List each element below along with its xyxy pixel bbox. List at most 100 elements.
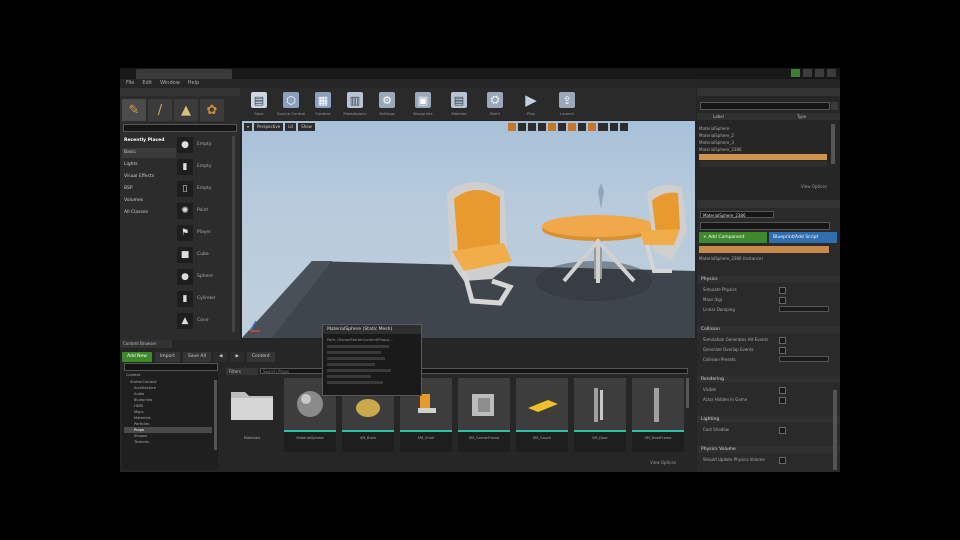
foliage-mode-icon[interactable]: ✿ — [200, 99, 224, 121]
menu-help[interactable]: Help — [188, 79, 199, 88]
overlap-events-checkbox[interactable] — [779, 347, 786, 354]
rotation-snap-icon[interactable] — [568, 123, 576, 131]
place-item[interactable]: ▮ Empty — [176, 158, 230, 177]
list-item[interactable]: MaterialSphere_3 — [699, 140, 835, 146]
actor-name-field[interactable]: MaterialSphere_2386 — [700, 211, 774, 218]
build-button[interactable]: ⛭ Build — [480, 90, 510, 118]
place-item[interactable]: ■ Cube — [176, 246, 230, 265]
visible-checkbox[interactable] — [779, 387, 786, 394]
blueprint-add-script-button[interactable]: Blueprint/Add Script — [769, 232, 837, 243]
hidden-in-game-checkbox[interactable] — [779, 397, 786, 404]
maximize-viewport-icon[interactable] — [620, 123, 628, 131]
tree-item[interactable]: Maps — [134, 410, 143, 415]
save-all-button[interactable]: Save All — [182, 351, 211, 362]
place-mode-icon[interactable]: ✎ — [122, 99, 146, 121]
content-view-options[interactable]: View Options — [650, 460, 676, 465]
level-viewport[interactable]: ▾ Perspective Lit Show — [242, 121, 695, 338]
outliner-search-input[interactable] — [700, 102, 830, 110]
content-button[interactable]: ▦ Content — [308, 90, 338, 118]
category-recently-placed[interactable]: Recently Placed — [122, 136, 176, 146]
list-item[interactable]: MaterialSphere — [699, 126, 835, 132]
rotation-size-button[interactable] — [578, 123, 586, 131]
grid-size-button[interactable] — [558, 123, 566, 131]
camera-speed-icon[interactable] — [610, 123, 618, 131]
place-item[interactable]: ⚑ Player — [176, 224, 230, 243]
section-physics-volume[interactable]: Physics Volume — [697, 446, 840, 453]
content-browser-tab[interactable]: Content Browser — [120, 340, 172, 348]
add-component-button[interactable]: + Add Component — [699, 232, 767, 243]
asset-tile[interactable]: SM_CornerFrame — [458, 378, 510, 452]
menu-edit[interactable]: Edit — [142, 79, 152, 88]
section-lighting[interactable]: Lighting — [697, 416, 840, 423]
blueprints-button[interactable]: ▣ Blueprints — [408, 90, 438, 118]
tree-item[interactable]: Props — [134, 428, 144, 433]
matinee-button[interactable]: ▤ Matinee — [444, 90, 474, 118]
scale-icon[interactable] — [528, 123, 536, 131]
place-item[interactable]: ▮ Cylinder — [176, 290, 230, 309]
category-lights[interactable]: Lights — [122, 160, 176, 170]
modes-tab[interactable] — [120, 88, 240, 96]
outliner-scrollbar[interactable] — [831, 124, 835, 164]
paint-mode-icon[interactable]: / — [148, 99, 172, 121]
section-rendering[interactable]: Rendering — [697, 376, 840, 383]
list-item[interactable]: MaterialSphere_2386 — [699, 147, 835, 153]
category-bsp[interactable]: BSP — [122, 184, 176, 194]
component-row-selected[interactable] — [699, 246, 829, 253]
perspective-button[interactable]: Perspective — [254, 123, 284, 131]
tree-scrollbar[interactable] — [214, 380, 217, 450]
world-icon[interactable] — [538, 123, 546, 131]
update-physics-volume-checkbox[interactable] — [779, 457, 786, 464]
outliner-tab[interactable] — [697, 88, 840, 96]
place-item[interactable]: ▯ Empty — [176, 180, 230, 199]
list-item[interactable] — [699, 161, 827, 167]
asset-tile[interactable]: SM_Door — [574, 378, 626, 452]
close-button[interactable] — [827, 69, 836, 77]
rotate-icon[interactable] — [518, 123, 526, 131]
list-item[interactable]: MaterialSphere_2 — [699, 133, 835, 139]
category-basic[interactable]: Basic — [122, 148, 176, 158]
marketplace-button[interactable]: ▥ Marketplace — [340, 90, 370, 118]
category-all-classes[interactable]: All Classes — [122, 208, 176, 218]
mass-checkbox[interactable] — [779, 297, 786, 304]
section-physics[interactable]: Physics — [697, 276, 840, 283]
filters-button[interactable]: Filters — [226, 368, 258, 375]
show-button[interactable]: Show — [298, 123, 315, 131]
tree-item[interactable]: HDRI — [134, 404, 143, 409]
category-visual-effects[interactable]: Visual Effects — [122, 172, 176, 182]
details-search-input[interactable] — [700, 222, 830, 230]
add-new-button[interactable]: Add New — [122, 351, 152, 362]
back-button[interactable]: ◀ — [213, 351, 228, 362]
outliner-options-icon[interactable] — [831, 102, 838, 110]
modes-scrollbar[interactable] — [232, 136, 235, 332]
place-item[interactable]: ● Sphere — [176, 268, 230, 287]
asset-scrollbar[interactable] — [686, 378, 689, 408]
section-collision[interactable]: Collision — [697, 326, 840, 333]
forward-button[interactable]: ▶ — [230, 351, 244, 362]
asset-tile[interactable]: SM_Couch — [516, 378, 568, 452]
maximize-button[interactable] — [815, 69, 824, 77]
menu-file[interactable]: File — [126, 79, 134, 88]
tree-item[interactable]: Content — [126, 373, 140, 378]
col-type[interactable]: Type — [797, 113, 806, 120]
viewport-options-button[interactable]: ▾ — [244, 123, 253, 131]
tree-item[interactable]: Shapes — [134, 434, 147, 439]
tree-item[interactable]: Architecture — [134, 386, 156, 391]
tree-item[interactable]: Textures — [134, 440, 149, 445]
import-button[interactable]: Import — [154, 351, 180, 362]
hit-events-checkbox[interactable] — [779, 337, 786, 344]
save-button[interactable]: ▤ Save — [244, 90, 274, 118]
grid-snap-icon[interactable] — [548, 123, 556, 131]
details-tab[interactable] — [697, 200, 840, 208]
place-item[interactable]: ▲ Cone — [176, 312, 230, 331]
component-instance-row[interactable]: MaterialSphere_2386 (Instance) — [699, 255, 829, 262]
tree-item[interactable]: StarterContent — [130, 380, 157, 385]
settings-button[interactable]: ⚙ Settings — [372, 90, 402, 118]
category-volumes[interactable]: Volumes — [122, 196, 176, 206]
cast-shadow-checkbox[interactable] — [779, 427, 786, 434]
landscape-mode-icon[interactable]: ▲ — [174, 99, 198, 121]
selected-row[interactable] — [699, 154, 827, 160]
scale-snap-icon[interactable] — [588, 123, 596, 131]
place-item[interactable]: ● Empty — [176, 136, 230, 155]
linear-damping-field[interactable] — [779, 306, 829, 312]
menu-window[interactable]: Window — [160, 79, 180, 88]
